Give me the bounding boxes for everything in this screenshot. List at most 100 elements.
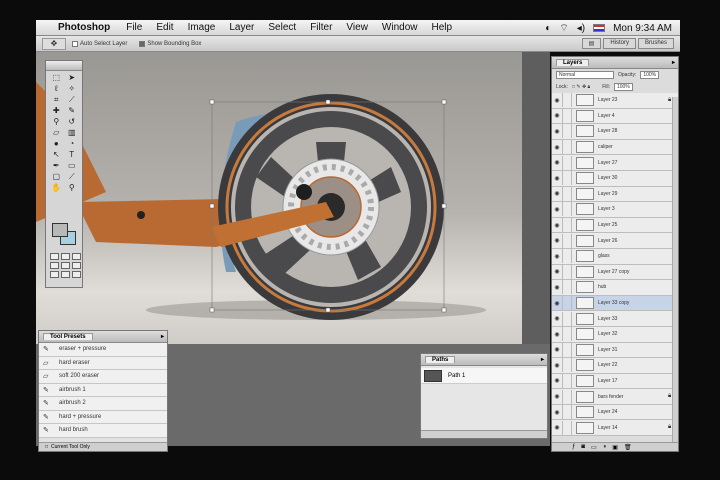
input-menu-flag-icon[interactable]: [593, 24, 606, 32]
history-brush-tool-icon[interactable]: ↺: [65, 117, 80, 127]
layer-link-cell[interactable]: [562, 124, 572, 139]
visibility-eye-icon[interactable]: ◉: [552, 331, 562, 338]
preset-row[interactable]: ✎ airbrush 1: [39, 383, 167, 397]
layer-link-cell[interactable]: [562, 296, 572, 311]
airport-icon[interactable]: ⌔: [559, 22, 568, 35]
crop-tool-icon[interactable]: ⌗: [49, 95, 64, 105]
layer-link-cell[interactable]: [562, 420, 572, 435]
layer-style-icon[interactable]: ƒ: [572, 444, 575, 450]
menu-file[interactable]: File: [126, 22, 142, 33]
adjustment-layer-icon[interactable]: ◑: [603, 444, 607, 450]
eyedropper-tool-icon[interactable]: ⟋: [65, 172, 80, 182]
stamp-tool-icon[interactable]: ⚲: [49, 117, 64, 127]
visibility-eye-icon[interactable]: ◉: [552, 268, 562, 275]
layer-link-cell[interactable]: [562, 342, 572, 357]
presets-menu-icon[interactable]: ▸: [161, 333, 164, 340]
layer-link-cell[interactable]: [562, 93, 572, 108]
foreground-color-swatch[interactable]: [52, 223, 68, 237]
menu-help[interactable]: Help: [432, 22, 453, 33]
layer-row[interactable]: ◉ Layer 32: [552, 326, 678, 343]
dodge-tool-icon[interactable]: ◔: [65, 139, 80, 149]
visibility-eye-icon[interactable]: ◉: [552, 128, 562, 135]
layer-link-cell[interactable]: [562, 140, 572, 155]
gradient-tool-icon[interactable]: ▥: [65, 128, 80, 138]
zoom-tool-icon[interactable]: ⚲: [65, 183, 80, 193]
tool-presets-tab[interactable]: Tool Presets: [43, 333, 93, 340]
screen-mode-1-icon[interactable]: [50, 262, 59, 269]
visibility-eye-icon[interactable]: ◉: [552, 144, 562, 151]
well-brushes-tab[interactable]: Brushes: [637, 38, 674, 49]
paths-tab[interactable]: Paths: [425, 356, 456, 363]
layer-row[interactable]: ◉ caliper: [552, 139, 678, 156]
adium-icon[interactable]: ◐: [545, 23, 551, 34]
layer-link-cell[interactable]: [562, 249, 572, 264]
volume-icon[interactable]: ◂): [577, 23, 585, 34]
layer-link-cell[interactable]: [562, 389, 572, 404]
visibility-eye-icon[interactable]: ◉: [552, 253, 562, 260]
layer-link-cell[interactable]: [562, 373, 572, 388]
show-bounding-box-checkbox[interactable]: Show Bounding Box: [139, 40, 201, 47]
layer-link-cell[interactable]: [562, 233, 572, 248]
layer-link-cell[interactable]: [562, 280, 572, 295]
preset-row[interactable]: ✎ hard brush: [39, 424, 167, 438]
paths-menu-icon[interactable]: ▸: [541, 356, 544, 363]
layer-row[interactable]: ◉ Layer 28: [552, 124, 678, 140]
quickmask-mode-icon[interactable]: [61, 253, 70, 260]
hand-tool-icon[interactable]: ✋: [49, 183, 64, 193]
layer-row[interactable]: ◉ Layer 24: [552, 404, 678, 421]
type-tool-icon[interactable]: T: [65, 150, 80, 160]
tool-palette-titlebar[interactable]: [46, 61, 82, 71]
marquee-tool-icon[interactable]: ⬚: [49, 73, 64, 83]
visibility-eye-icon[interactable]: ◉: [552, 362, 562, 369]
menu-edit[interactable]: Edit: [156, 22, 173, 33]
opacity-field[interactable]: 100%: [640, 71, 660, 79]
visibility-eye-icon[interactable]: ◉: [552, 190, 562, 197]
menu-app-photoshop[interactable]: Photoshop: [58, 22, 110, 33]
path-select-tool-icon[interactable]: ↖: [49, 150, 64, 160]
menu-image[interactable]: Image: [188, 22, 216, 33]
layer-row[interactable]: ◉ Layer 30: [552, 170, 678, 187]
layer-row[interactable]: ◉ Layer 17: [552, 373, 678, 390]
preset-row[interactable]: ▱ hard eraser: [39, 356, 167, 370]
layer-link-cell[interactable]: [562, 311, 572, 326]
visibility-eye-icon[interactable]: ◉: [552, 237, 562, 244]
move-tool-preset-icon[interactable]: ✥: [42, 37, 66, 50]
preset-row[interactable]: ✎ hard + pressure: [39, 410, 167, 424]
layer-link-cell[interactable]: [562, 108, 572, 123]
auto-select-layer-checkbox[interactable]: Auto Select Layer: [72, 40, 127, 47]
layer-row[interactable]: ◉ Layer 25: [552, 217, 678, 234]
menu-filter[interactable]: Filter: [310, 22, 332, 33]
menu-view[interactable]: View: [346, 22, 368, 33]
current-tool-only-checkbox[interactable]: □: [45, 444, 48, 450]
layer-link-cell[interactable]: [562, 358, 572, 373]
menu-window[interactable]: Window: [382, 22, 418, 33]
document-canvas[interactable]: [36, 52, 522, 344]
notes-tool-icon[interactable]: ▢: [49, 172, 64, 182]
visibility-eye-icon[interactable]: ◉: [552, 315, 562, 322]
visibility-eye-icon[interactable]: ◉: [552, 409, 562, 416]
layer-row[interactable]: ◉ Layer 31: [552, 342, 678, 359]
slice-tool-icon[interactable]: ⟋: [65, 95, 80, 105]
layer-row[interactable]: ◉ Layer 29: [552, 186, 678, 203]
preset-row[interactable]: ✎ eraser + pressure: [39, 343, 167, 357]
trash-icon[interactable]: 🗑︎: [624, 444, 632, 451]
new-layer-icon[interactable]: ▣: [612, 444, 618, 451]
standard-mode-icon[interactable]: [50, 253, 59, 260]
visibility-eye-icon[interactable]: ◉: [552, 97, 562, 104]
shape-tool-icon[interactable]: ▭: [65, 161, 80, 171]
layer-row[interactable]: ◉ Layer 14 🔒︎: [552, 420, 678, 437]
screen-mode-3-icon[interactable]: [72, 262, 81, 269]
layer-row[interactable]: ◉ Layer 33: [552, 311, 678, 327]
paths-footer-buttons[interactable]: [421, 430, 547, 438]
layer-row[interactable]: ◉ Layer 33 copy: [552, 295, 678, 312]
fill-field[interactable]: 100%: [613, 83, 633, 91]
visibility-eye-icon[interactable]: ◉: [552, 175, 562, 182]
layer-link-cell[interactable]: [562, 186, 572, 201]
healing-tool-icon[interactable]: ✚: [49, 106, 64, 116]
layer-row[interactable]: ◉ Layer 4: [552, 108, 678, 125]
visibility-eye-icon[interactable]: ◉: [552, 393, 562, 400]
visibility-eye-icon[interactable]: ◉: [552, 159, 562, 166]
lasso-tool-icon[interactable]: ℓ: [49, 84, 64, 94]
preset-row[interactable]: ▱ soft 200 eraser: [39, 370, 167, 384]
brush-tool-icon[interactable]: ✎: [65, 106, 80, 116]
